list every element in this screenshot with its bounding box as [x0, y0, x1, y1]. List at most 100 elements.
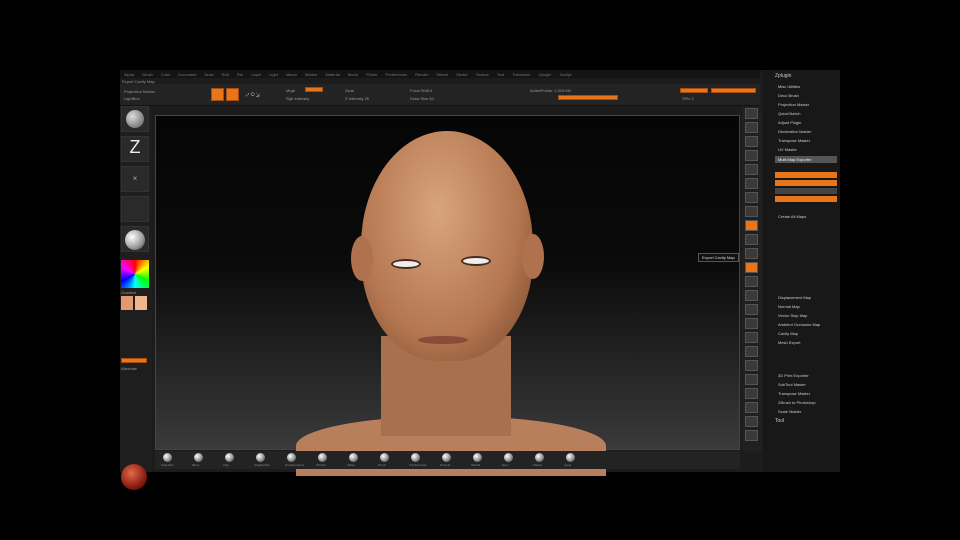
shelf-button[interactable]	[745, 430, 758, 441]
menu-brush[interactable]: Brush	[142, 72, 152, 77]
zplugin-item[interactable]: SubTool Master	[778, 382, 806, 387]
shelf-button[interactable]	[745, 402, 758, 413]
shelf-button[interactable]	[745, 150, 758, 161]
menu-picker[interactable]: Picker	[366, 72, 377, 77]
spix[interactable]: SPix 3	[682, 96, 694, 101]
brush-label[interactable]: Move	[192, 463, 199, 467]
shelf-button[interactable]	[745, 332, 758, 343]
shelf-button[interactable]	[745, 374, 758, 385]
menu-light[interactable]: Light	[269, 72, 278, 77]
map-toggle[interactable]: Mesh Export	[778, 340, 800, 345]
map-toggle[interactable]: Displacement Map	[778, 295, 811, 300]
menu-render[interactable]: Render	[415, 72, 428, 77]
alpha-icon[interactable]: ×	[121, 166, 149, 192]
brush-label[interactable]: ClayBuildup	[254, 463, 270, 467]
brush-icon[interactable]	[349, 453, 358, 462]
mme-option[interactable]	[775, 196, 837, 202]
brush-icon[interactable]	[163, 453, 172, 462]
brush-icon[interactable]	[256, 453, 265, 462]
brush-icon[interactable]	[535, 453, 544, 462]
brush-icon[interactable]	[287, 453, 296, 462]
brush-label[interactable]: Pinch	[378, 463, 386, 467]
menu-preferences[interactable]: Preferences	[386, 72, 408, 77]
brush-icon[interactable]	[380, 453, 389, 462]
brush-label[interactable]: Slash3	[471, 463, 480, 467]
shelf-button[interactable]	[745, 192, 758, 203]
map-toggle[interactable]: Ambient Occlusion Map	[778, 322, 820, 327]
brush-label[interactable]: Standard	[161, 463, 173, 467]
brush-label[interactable]: Dam	[502, 463, 508, 467]
lightbox-button[interactable]: LightBox	[124, 96, 140, 101]
brush-icon[interactable]	[411, 453, 420, 462]
menu-alpha[interactable]: Alpha	[124, 72, 134, 77]
skin-material-icon[interactable]	[121, 464, 147, 490]
dynamic-button[interactable]	[711, 88, 756, 93]
menu-edit[interactable]: Edit	[222, 72, 229, 77]
texture-icon[interactable]	[121, 196, 149, 222]
zplugin-item[interactable]: ZBrush to Photoshop	[778, 400, 816, 405]
shelf-button[interactable]	[745, 276, 758, 287]
shelf-button[interactable]	[745, 304, 758, 315]
zadd-button[interactable]	[305, 87, 323, 92]
shelf-button[interactable]	[745, 318, 758, 329]
brush-icon[interactable]	[566, 453, 575, 462]
map-toggle[interactable]: Vector Disp Map	[778, 313, 807, 318]
map-toggle[interactable]: Cavity Map	[778, 331, 798, 336]
rgb-intensity[interactable]: Rgb Intensity	[286, 96, 309, 101]
brush-icon[interactable]	[225, 453, 234, 462]
stroke-icon[interactable]: Z	[121, 136, 149, 162]
draw-button[interactable]	[226, 88, 239, 101]
shelf-button[interactable]	[745, 290, 758, 301]
menu-zscript[interactable]: Zscript	[559, 72, 571, 77]
menu-file[interactable]: File	[237, 72, 243, 77]
menu-marker[interactable]: Marker	[305, 72, 317, 77]
shelf-button[interactable]	[745, 234, 758, 245]
mme-option[interactable]	[775, 172, 837, 178]
gradient-label[interactable]: Gradient	[121, 290, 136, 295]
mrgb-button[interactable]: Mrgb	[286, 88, 295, 93]
menu-zplugin[interactable]: Zplugin	[538, 72, 551, 77]
brush-label[interactable]: Layer	[564, 463, 572, 467]
tool-header[interactable]: Tool	[775, 418, 784, 424]
menu-draw[interactable]: Draw	[204, 72, 213, 77]
zplugin-item[interactable]: Scale Master	[778, 409, 801, 414]
menu-transform[interactable]: Transform	[512, 72, 530, 77]
brush-label[interactable]: Clay	[223, 463, 229, 467]
menu-tool[interactable]: Tool	[497, 72, 504, 77]
shelf-button[interactable]	[745, 388, 758, 399]
zplugin-item[interactable]: Deco Brush	[778, 93, 799, 98]
color-picker[interactable]	[121, 260, 149, 288]
menu-stroke[interactable]: Stroke	[456, 72, 468, 77]
zplugin-item[interactable]: Projection Master	[778, 102, 809, 107]
alternate-label[interactable]: Alternate	[121, 366, 137, 371]
brush-icon[interactable]	[442, 453, 451, 462]
zplugin-item[interactable]: QuickSketch	[778, 111, 800, 116]
brush-label[interactable]: Smooth	[440, 463, 450, 467]
shelf-button[interactable]	[745, 346, 758, 357]
brush-label[interactable]: TrimDynamic	[409, 463, 427, 467]
brush-icon[interactable]	[473, 453, 482, 462]
brush-label[interactable]: Inflate	[347, 463, 355, 467]
brush-label[interactable]: Flatten	[533, 463, 542, 467]
zplugin-item[interactable]: Transpose Master	[778, 391, 810, 396]
menu-texture[interactable]: Texture	[476, 72, 489, 77]
shelf-button[interactable]	[745, 206, 758, 217]
mme-option[interactable]	[775, 180, 837, 186]
shelf-button[interactable]	[745, 164, 758, 175]
menu-color[interactable]: Color	[161, 72, 171, 77]
secondary-color-swatch[interactable]	[135, 296, 147, 310]
brush-icon[interactable]	[504, 453, 513, 462]
shelf-button[interactable]	[745, 248, 758, 259]
move-icon[interactable]: ⤢ ⟲ ⇲	[246, 92, 259, 97]
brush-icon[interactable]	[121, 106, 149, 132]
menu-movie[interactable]: Movie	[348, 72, 359, 77]
menu-material[interactable]: Material	[325, 72, 339, 77]
zplugin-item[interactable]: Misc Utilities	[778, 84, 800, 89]
map-toggle[interactable]: Create All Maps	[778, 214, 806, 219]
brush-label[interactable]: hPolish	[316, 463, 326, 467]
viewport-canvas[interactable]	[155, 115, 740, 476]
draw-size[interactable]: Draw Size 64	[410, 96, 434, 101]
zplugin-item[interactable]: Adjust Plugin	[778, 120, 801, 125]
shelf-button[interactable]	[745, 136, 758, 147]
brush-label[interactable]: DamStandard	[285, 463, 304, 467]
